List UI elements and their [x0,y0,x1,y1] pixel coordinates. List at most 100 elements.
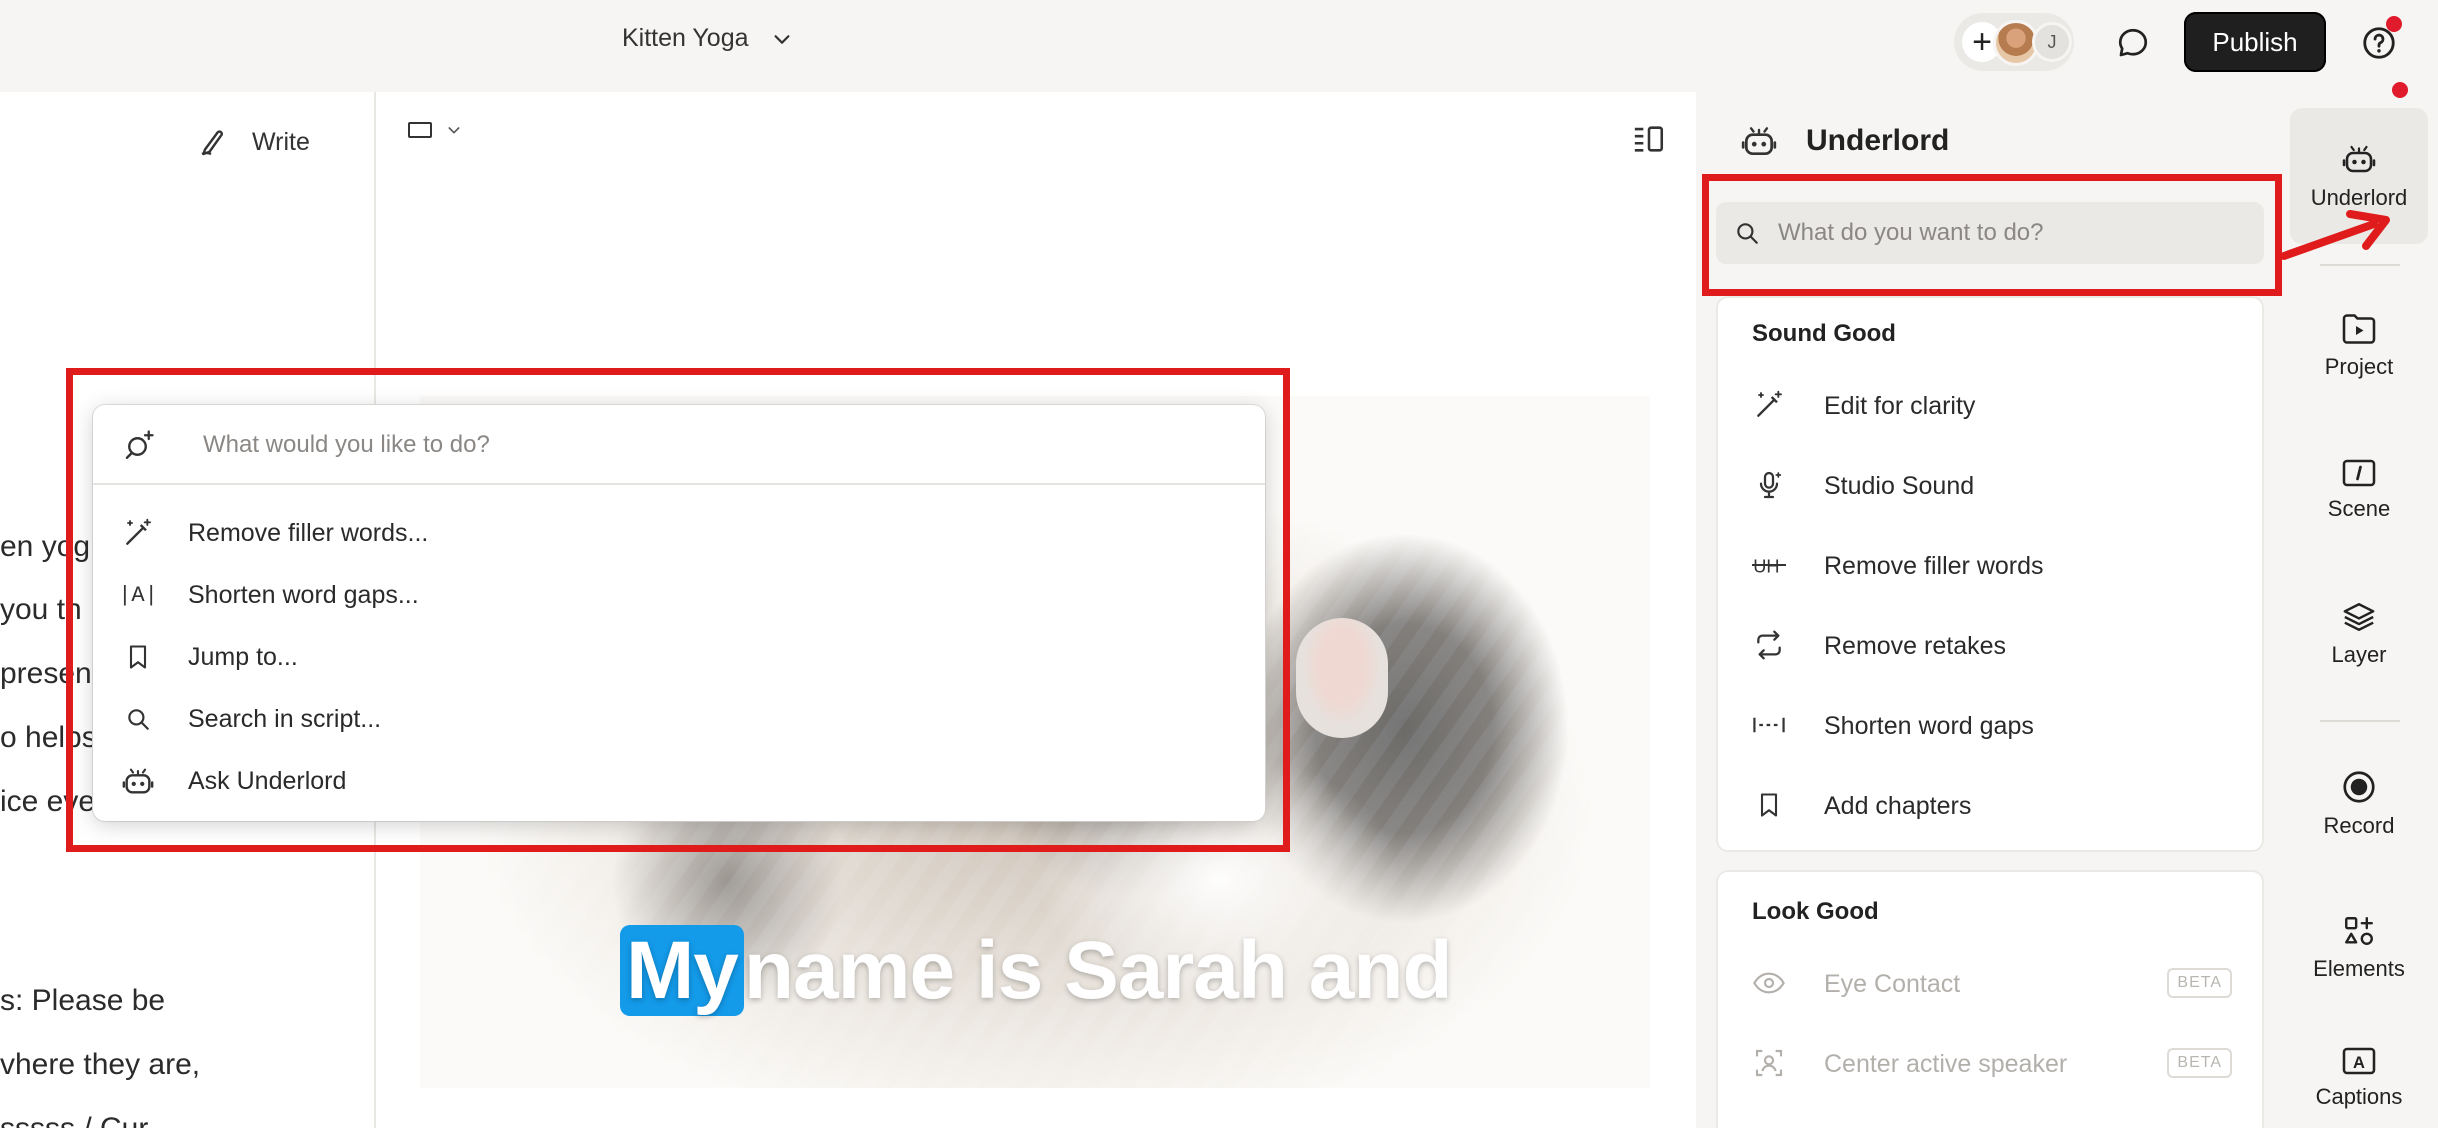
underlord-search-input[interactable] [1778,212,2248,254]
rail-item-scene[interactable]: Scene [2290,422,2428,558]
layout-selector[interactable] [408,122,462,138]
svg-text:UH: UH [1753,556,1779,576]
project-title: Kitten Yoga [622,24,749,52]
palette-item-label: Shorten word gaps... [188,580,419,609]
robot-icon [2342,145,2376,173]
studio-mic-icon [1752,468,1786,502]
tool-edit-for-clarity[interactable]: Edit for clarity [1718,374,2262,436]
rail-item-label: Record [2323,813,2395,838]
repeat-icon [1752,628,1786,662]
scene-icon [2342,459,2376,487]
eye-icon [1752,966,1786,1000]
rail-item-label: Scene [2327,496,2391,521]
palette-item-ask-underlord[interactable]: Ask Underlord [93,750,1265,812]
script-line[interactable]: you th [0,593,82,627]
palette-item-label: Remove filler words... [188,518,429,547]
write-label: Write [252,127,310,156]
tool-studio-sound[interactable]: Studio Sound [1718,454,2262,516]
script-line[interactable]: s: Please be [0,984,165,1018]
tool-label: Studio Sound [1824,472,1975,500]
underlord-search[interactable] [1716,202,2264,264]
tool-label: Remove filler words [1824,552,2044,580]
tool-add-chapters[interactable]: Add chapters [1718,774,2262,836]
chevron-down-icon [773,34,790,44]
script-line[interactable]: en yog [0,530,90,564]
elements-icon [2345,917,2373,945]
palette-input[interactable] [203,423,1203,467]
pen-icon [201,130,224,156]
annotation-arrow-icon [2280,210,2390,260]
command-palette: Remove filler words... |A| Shorten word … [93,405,1265,821]
script-line[interactable]: presen [0,657,92,691]
tool-remove-retakes[interactable]: Remove retakes [1718,614,2262,676]
rail-item-label: Captions [2315,1084,2403,1109]
bookmark-icon [1752,788,1786,822]
palette-item-shorten-word-gaps[interactable]: |A| Shorten word gaps... [93,564,1265,626]
strikethrough-um-icon: UH [1752,548,1786,582]
palette-input-row [93,405,1265,485]
toggle-panel-button[interactable] [1632,124,1666,154]
chevron-down-icon [448,127,460,134]
card-title: Sound Good [1752,320,1896,347]
rail-item-label: Elements [2313,956,2405,981]
comment-icon [2118,28,2148,57]
palette-item-search-in-script[interactable]: Search in script... [93,688,1265,750]
palette-item-remove-filler-words[interactable]: Remove filler words... [93,502,1265,564]
underlord-header: Underlord [1740,122,1949,160]
palette-item-label: Search in script... [188,704,382,733]
caption-text: name is Sarah and [743,925,1453,1016]
word-gap-icon [1752,708,1786,742]
write-mode-button[interactable]: Write [196,124,310,160]
robot-icon [121,764,155,798]
ai-search-icon [121,427,157,463]
search-icon [1734,220,1760,246]
magic-wand-icon [121,516,155,550]
rail-item-label: Project [2324,354,2394,379]
rail-item-layer[interactable]: Layer [2290,566,2428,702]
tool-label: Shorten word gaps [1824,712,2034,740]
tool-shorten-word-gaps[interactable]: Shorten word gaps [1718,694,2262,756]
rail-item-elements[interactable]: Elements [2290,880,2428,1016]
app-window: Kitten Yoga + J Publish Write en yog you… [0,0,2438,1128]
card-title: Look Good [1752,898,1879,925]
rail-item-captions[interactable]: A Captions [2290,1010,2428,1128]
plus-icon: + [1972,23,1992,61]
publish-button[interactable]: Publish [2184,12,2326,72]
svg-text:A: A [2353,1054,2365,1072]
rail-divider [2320,720,2400,722]
caption-active-word: My [620,925,744,1016]
project-icon [2342,314,2376,344]
palette-item-jump-to[interactable]: Jump to... [93,626,1265,688]
beta-badge: BETA [2167,1048,2232,1078]
video-caption[interactable]: Myname is Sarah and [620,924,1453,1018]
script-line[interactable]: ice eve [0,785,95,819]
panel-layout-icon [1634,126,1664,152]
avatar-initial[interactable]: J [2032,22,2072,62]
rail-item-record[interactable]: Record [2290,736,2428,872]
kitten-paw [1296,618,1388,738]
magic-wand-icon [1752,388,1786,422]
tool-label: Add chapters [1824,792,1972,820]
tool-label: Center active speaker [1824,1050,2068,1078]
underlord-title: Underlord [1806,124,1950,157]
look-good-card: Look Good Eye Contact BETA Center active… [1716,870,2264,1128]
rail-item-project[interactable]: Project [2290,278,2428,414]
palette-item-label: Jump to... [188,642,298,671]
script-line[interactable]: vhere they are, [0,1048,200,1082]
comments-button[interactable] [2110,20,2156,66]
tool-label: Eye Contact [1824,970,1961,998]
layers-icon [2343,603,2375,631]
tool-label: Edit for clarity [1824,392,1976,420]
layout-icon [408,122,432,138]
tool-remove-filler-words[interactable]: UH Remove filler words [1718,534,2262,596]
bookmark-icon [121,640,155,674]
script-line[interactable]: sssss / Cur [0,1112,148,1128]
project-title-dropdown[interactable]: Kitten Yoga [622,24,793,53]
tool-eye-contact[interactable]: Eye Contact BETA [1718,952,2262,1014]
palette-item-label: Ask Underlord [188,766,347,795]
script-line[interactable]: o helps [0,721,97,755]
rail-item-label: Layer [2331,642,2387,667]
top-bar: Kitten Yoga + J Publish [0,0,2438,84]
tool-center-active-speaker[interactable]: Center active speaker BETA [1718,1032,2262,1094]
tool-label: Remove retakes [1824,632,2007,660]
